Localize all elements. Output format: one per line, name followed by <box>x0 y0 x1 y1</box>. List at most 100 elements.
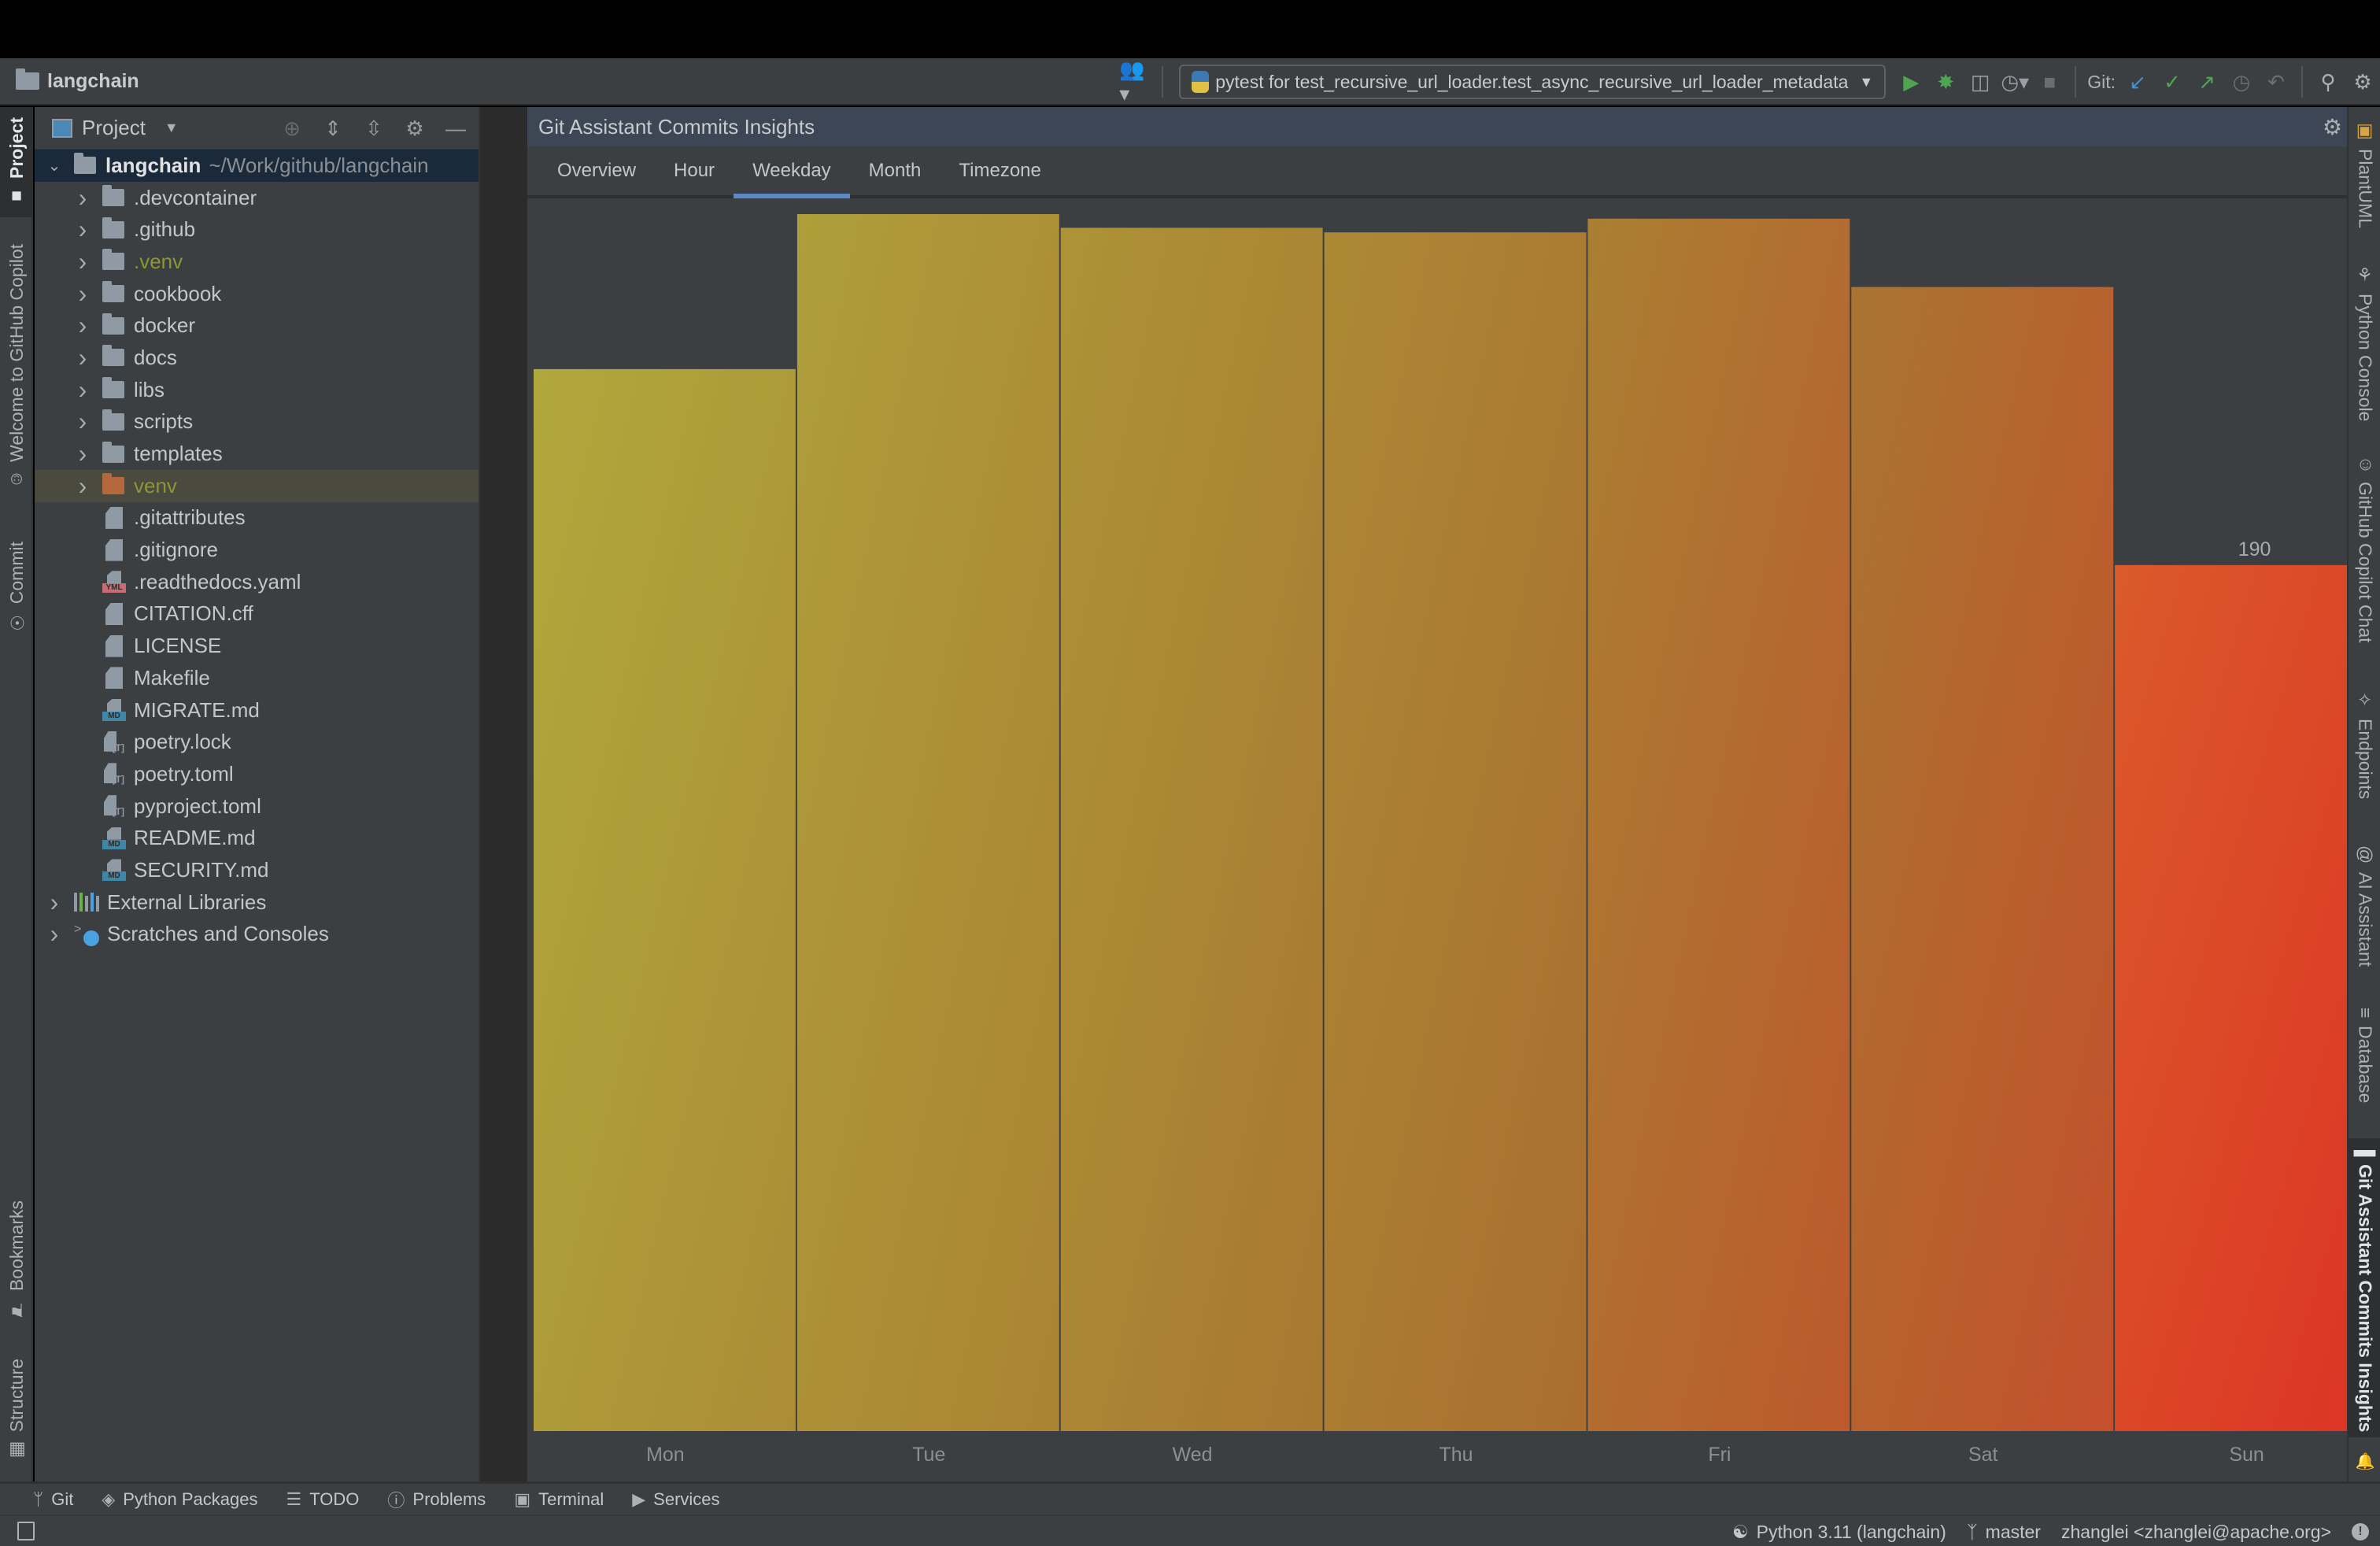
account-icon[interactable]: 👥▾ <box>1119 57 1154 105</box>
chevron-right-icon[interactable]: › <box>46 919 63 949</box>
tree-item[interactable]: › templates <box>35 438 479 470</box>
tool-tab-project[interactable]: ■ Project <box>0 107 33 217</box>
settings-icon[interactable]: ⚙ <box>2345 65 2380 99</box>
bar-sun[interactable] <box>2115 564 2377 1431</box>
chevron-right-icon[interactable]: › <box>74 311 91 340</box>
coverage-icon[interactable]: ◫ <box>1963 65 1998 99</box>
tree-item[interactable]: › .github <box>35 213 479 246</box>
tree-item[interactable]: › .venv <box>35 246 479 278</box>
collapse-all-icon[interactable]: ⇳ <box>356 117 392 141</box>
chevron-right-icon[interactable]: › <box>74 343 91 372</box>
locate-icon[interactable]: ⊕ <box>274 117 310 141</box>
chevron-right-icon[interactable]: › <box>74 472 91 501</box>
bottom-tool-python-packages[interactable]: ◈ Python Packages <box>102 1489 257 1510</box>
tab-weekday[interactable]: Weekday <box>734 146 850 198</box>
hide-icon[interactable]: — <box>438 117 474 141</box>
tool-tab-python-console[interactable]: ⚘ Python Console <box>2349 257 2380 430</box>
chevron-right-icon[interactable]: › <box>74 247 91 276</box>
tool-tab-plantuml[interactable]: ▣ PlantUML <box>2349 107 2380 241</box>
bar-tue[interactable] <box>796 214 1059 1431</box>
bar-mon[interactable] <box>534 368 796 1431</box>
tree-root[interactable]: ⌄ langchain ~/Work/github/langchain <box>35 150 479 182</box>
tree-item[interactable]: › libs <box>35 374 479 406</box>
tree-item[interactable]: [T] poetry.toml <box>35 758 479 790</box>
git-commit-icon[interactable]: ✓ <box>2155 65 2190 99</box>
git-update-icon[interactable]: ↙ <box>2120 65 2155 99</box>
tree-item[interactable]: › venv <box>35 469 479 502</box>
tree-item[interactable]: CITATION.cff <box>35 598 479 631</box>
tree-item[interactable]: MD README.md <box>35 822 479 854</box>
tab-overview[interactable]: Overview <box>538 146 655 195</box>
event-log-icon[interactable]: ! <box>2352 1523 2369 1540</box>
search-icon[interactable]: ⚲ <box>2311 65 2345 99</box>
tool-tab-bookmarks[interactable]: ⚑ Bookmarks <box>0 1193 33 1327</box>
git-push-icon[interactable]: ↗ <box>2190 65 2224 99</box>
tree-item[interactable]: › .devcontainer <box>35 182 479 214</box>
chevron-right-icon[interactable]: › <box>74 407 91 436</box>
tool-tab-label: Database <box>2355 1026 2376 1104</box>
git-history-icon[interactable]: ◷ <box>2224 65 2259 99</box>
chevron-right-icon[interactable]: › <box>46 888 63 917</box>
bottom-tool-todo[interactable]: ☰ TODO <box>286 1489 359 1510</box>
tool-tab-endpoints[interactable]: ✧ Endpoints <box>2349 674 2380 816</box>
tree-item[interactable]: .gitignore <box>35 534 479 566</box>
chevron-right-icon[interactable]: › <box>74 439 91 468</box>
bar-fri[interactable] <box>1587 218 1850 1431</box>
tree-item[interactable]: › scripts <box>35 406 479 438</box>
project-view-selector[interactable]: Project <box>82 116 146 140</box>
chevron-down-icon[interactable]: ▼ <box>164 120 179 136</box>
tool-tab-github-copilot[interactable]: ☺ Welcome to GitHub Copilot <box>0 233 33 501</box>
bar-wed[interactable] <box>1060 227 1323 1431</box>
bar-thu[interactable] <box>1324 232 1587 1432</box>
chevron-right-icon[interactable]: › <box>74 183 91 213</box>
tab-month[interactable]: Month <box>850 146 941 195</box>
bottom-tool-terminal[interactable]: ▣ Terminal <box>514 1489 604 1510</box>
tree-item[interactable]: .gitattributes <box>35 502 479 534</box>
git-branch-widget[interactable]: ᛉ master <box>1967 1522 2041 1543</box>
profile-icon[interactable]: ◷▾ <box>1998 65 2032 99</box>
stop-icon[interactable]: ■ <box>2032 65 2067 99</box>
expand-all-icon[interactable]: ⇕ <box>315 117 351 141</box>
tree-item[interactable]: [T] pyproject.toml <box>35 790 479 823</box>
run-icon[interactable]: ▶ <box>1894 65 1928 99</box>
bottom-tool-label: Problems <box>412 1489 486 1509</box>
tree-item[interactable]: › > Scratches and Consoles <box>35 919 479 951</box>
tree-item[interactable]: YML .readthedocs.yaml <box>35 566 479 598</box>
git-user-widget[interactable]: zhanglei <zhanglei@apache.org> <box>2061 1522 2331 1543</box>
tool-tab-git-assistant-commits-insights[interactable]: ▐ Git Assistant Commits Insights <box>2349 1138 2380 1437</box>
chevron-right-icon[interactable]: › <box>74 279 91 309</box>
notifications-icon[interactable]: 🔔 <box>2349 1445 2380 1477</box>
chevron-right-icon[interactable]: › <box>74 215 91 244</box>
tab-hour[interactable]: Hour <box>655 146 734 195</box>
tree-item[interactable]: MD MIGRATE.md <box>35 694 479 727</box>
chevron-down-icon[interactable]: ⌄ <box>46 156 63 176</box>
tree-item[interactable]: › External Libraries <box>35 886 479 919</box>
interpreter-widget[interactable]: ☯ Python 3.11 (langchain) <box>1732 1522 1946 1543</box>
bottom-tool-problems[interactable]: ⓘ Problems <box>387 1487 486 1512</box>
tree-item[interactable]: [T] poetry.lock <box>35 726 479 758</box>
tree-item[interactable]: › cookbook <box>35 278 479 310</box>
settings-icon[interactable]: ⚙ <box>2323 114 2342 140</box>
tool-tab-commit[interactable]: ☉ Commit <box>0 532 33 642</box>
tool-tab-structure[interactable]: ▦ Structure <box>0 1351 33 1469</box>
bottom-tool-services[interactable]: ▶ Services <box>632 1489 719 1510</box>
chevron-right-icon[interactable]: › <box>74 375 91 405</box>
debug-icon[interactable]: ✸ <box>1928 65 1963 99</box>
tree-item[interactable]: Makefile <box>35 662 479 694</box>
tree-item[interactable]: MD SECURITY.md <box>35 854 479 886</box>
tool-tab-ai-assistant[interactable]: @ AI Assistant <box>2349 831 2380 981</box>
bar-sat[interactable] <box>1851 287 2114 1432</box>
tree-item-label: .gitignore <box>134 538 218 562</box>
tab-timezone[interactable]: Timezone <box>940 146 1059 195</box>
project-switcher[interactable]: langchain <box>16 68 139 93</box>
tree-item[interactable]: LICENSE <box>35 630 479 662</box>
bottom-tool-git[interactable]: ᛘ Git <box>33 1489 73 1510</box>
tool-tab-database[interactable]: ≡ Database <box>2349 997 2380 1115</box>
run-config-selector[interactable]: pytest for test_recursive_url_loader.tes… <box>1179 65 1887 99</box>
tree-item[interactable]: › docker <box>35 309 479 342</box>
tool-tab-github-copilot-chat[interactable]: ☺ GitHub Copilot Chat <box>2349 446 2380 650</box>
settings-icon[interactable]: ⚙ <box>397 117 433 141</box>
tree-item[interactable]: › docs <box>35 342 479 374</box>
toggle-tool-windows-icon[interactable] <box>17 1522 35 1540</box>
git-rollback-icon[interactable]: ↶ <box>2259 65 2293 99</box>
